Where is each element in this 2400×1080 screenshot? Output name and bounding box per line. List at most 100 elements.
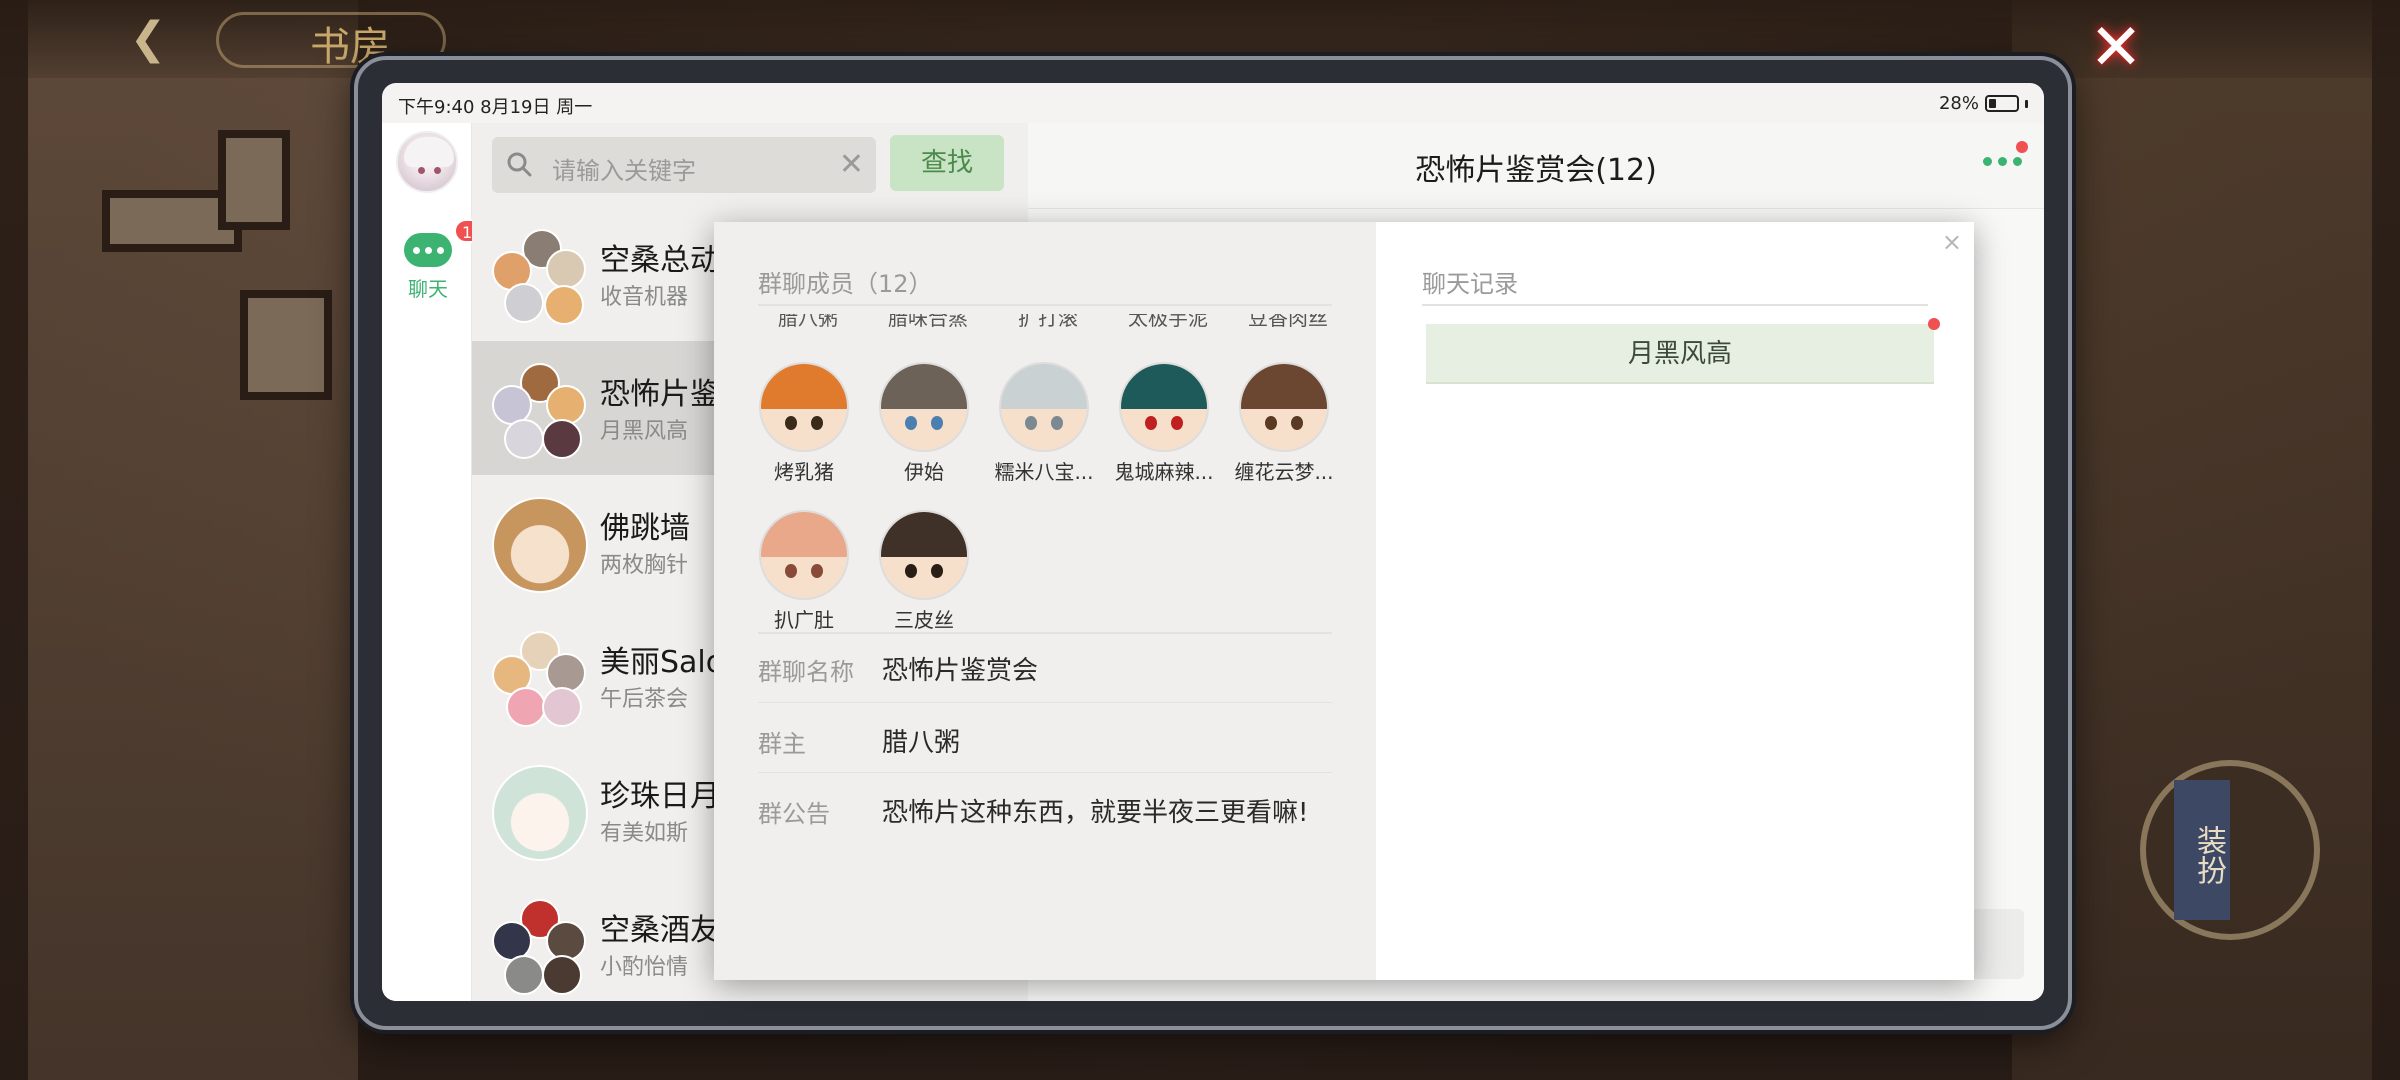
member-item[interactable]: 烤乳猪 (744, 362, 864, 485)
chat-title: 恐怖片鉴赏会(12) (1415, 153, 1657, 188)
single-avatar (492, 765, 588, 861)
chat-record-item[interactable]: 月黑风高 (1426, 324, 1934, 384)
divider (758, 702, 1332, 703)
conversation-preview: 有美如斯 (600, 821, 689, 846)
member-name-cut: 腊八粥 (778, 314, 838, 330)
member-name: 三皮丝 (894, 608, 954, 632)
member-hair (1001, 364, 1087, 409)
group-owner-label: 群主 (758, 730, 806, 758)
member-hair (1121, 364, 1207, 409)
group-name-label: 群聊名称 (758, 658, 854, 686)
member-avatar (759, 510, 849, 600)
member-eye (905, 564, 917, 578)
member-item[interactable]: 伊始 (864, 362, 984, 485)
background-wall-left (28, 0, 358, 1080)
find-button[interactable]: 查找 (890, 135, 1004, 191)
group-notice-label: 群公告 (758, 800, 830, 828)
chat-records-title: 聊天记录 (1422, 270, 1518, 298)
divider (758, 772, 1332, 773)
divider (758, 304, 1332, 306)
member-name-cut: 豆香肉丝 (1248, 314, 1328, 330)
member-avatar (999, 362, 1089, 452)
members-pane: 群聊成员（12） 腊八粥 腊味合蒸 扩打滚 太极芋泥 豆香肉丝 烤乳猪 伊始 糯米八… (714, 222, 1376, 980)
background-picture-frame (240, 290, 332, 400)
dress-up-label: 装扮 (2174, 780, 2230, 920)
member-name-cut: 太极芋泥 (1128, 314, 1208, 330)
group-avatar (492, 229, 588, 325)
conversation-preview: 月黑风高 (600, 419, 689, 444)
battery-icon (1985, 95, 2019, 112)
group-info-popup: 群聊成员（12） 腊八粥 腊味合蒸 扩打滚 太极芋泥 豆香肉丝 烤乳猪 伊始 糯米八… (714, 222, 1974, 980)
mini-avatar (506, 687, 546, 727)
member-item[interactable]: 三皮丝 (864, 510, 984, 633)
single-avatar (492, 497, 588, 593)
status-time-date: 下午9:40 8月19日 周一 (398, 97, 593, 118)
battery-percent: 28% (1938, 93, 1979, 114)
member-item[interactable]: 缠花云梦... (1224, 362, 1344, 485)
notification-dot (2016, 141, 2028, 153)
avatar-hair (404, 137, 454, 167)
more-options-icon[interactable] (1983, 157, 2022, 166)
group-notice-value: 恐怖片这种东西，就要半夜三更看嘛! (882, 798, 1309, 828)
mini-avatar (504, 419, 544, 459)
mini-avatar (546, 249, 586, 289)
clear-icon[interactable]: ✕ (839, 147, 864, 183)
notification-dot (1928, 318, 1940, 330)
member-avatar (1239, 362, 1329, 452)
dot (412, 246, 420, 254)
mini-avatar (542, 955, 582, 995)
member-eye (931, 416, 943, 430)
member-avatar (759, 362, 849, 452)
member-eye (1291, 416, 1303, 430)
member-avatar (1119, 362, 1209, 452)
conversation-preview: 小酌怡情 (600, 955, 689, 980)
chat-tab-label: 聊天 (408, 277, 448, 301)
member-eye (905, 416, 917, 430)
member-eye (931, 564, 943, 578)
dress-up-button[interactable] (2140, 760, 2320, 940)
avatar[interactable] (396, 131, 458, 193)
member-eye (1171, 416, 1183, 430)
background-picture-frame (218, 130, 290, 230)
status-bar: 下午9:40 8月19日 周一 28% (382, 83, 2044, 123)
member-name: 鬼城麻辣... (1114, 460, 1214, 484)
conversation-preview: 两枚胸针 (600, 553, 689, 578)
member-hair (761, 364, 847, 409)
member-hair (1241, 364, 1327, 409)
avatar-eye (418, 167, 425, 174)
member-names-scrolled: 腊八粥 腊味合蒸 扩打滚 太极芋泥 豆香肉丝 (758, 314, 1332, 334)
member-eye (811, 416, 823, 430)
member-name: 糯米八宝... (994, 460, 1094, 484)
search-input[interactable]: 请输入关键字 ✕ (492, 137, 876, 193)
member-item[interactable]: 扒广肚 (744, 510, 864, 633)
member-hair (881, 512, 967, 557)
mini-avatar (504, 955, 544, 995)
member-eye (785, 564, 797, 578)
member-hair (761, 512, 847, 557)
members-title: 群聊成员（12） (758, 270, 933, 298)
conversation-name: 珍珠日月 (600, 779, 720, 814)
close-icon[interactable]: ✕ (2085, 16, 2147, 80)
divider (1422, 304, 1928, 306)
divider (758, 632, 1332, 634)
member-eye (1025, 416, 1037, 430)
chat-records-pane: × 聊天记录 月黑风高 (1376, 222, 1974, 980)
mini-avatar (542, 419, 582, 459)
popup-close-icon[interactable]: × (1942, 228, 1962, 256)
battery-fill (1989, 99, 1996, 108)
member-avatar (879, 362, 969, 452)
search-placeholder: 请输入关键字 (552, 157, 696, 185)
mini-avatar (544, 285, 584, 325)
member-name: 缠花云梦... (1234, 460, 1334, 484)
group-avatar (492, 765, 588, 861)
member-item[interactable]: 糯米八宝... (984, 362, 1104, 485)
left-rail: 12 聊天 (382, 123, 491, 1001)
member-eye (1145, 416, 1157, 430)
member-name: 伊始 (904, 460, 944, 484)
conversation-name: 空桑酒友 (600, 913, 720, 948)
status-right: 28% (1939, 93, 2028, 114)
back-arrow-icon[interactable]: ❮ (118, 14, 178, 64)
chat-tab[interactable]: 12 聊天 (400, 219, 491, 302)
dot (1983, 157, 1992, 166)
member-item[interactable]: 鬼城麻辣... (1104, 362, 1224, 485)
